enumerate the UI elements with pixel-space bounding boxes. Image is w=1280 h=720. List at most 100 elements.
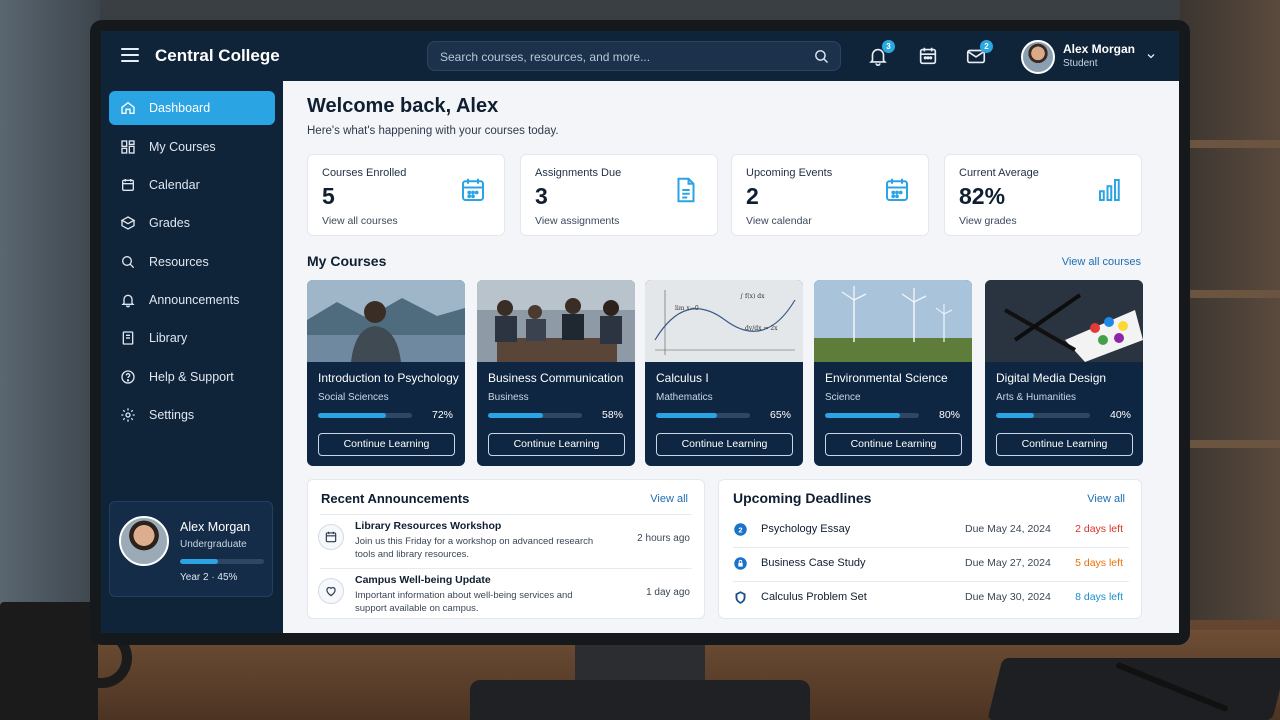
course-progress-pct: 72% bbox=[431, 409, 453, 421]
sidebar-item-my-courses[interactable]: My Courses bbox=[109, 130, 275, 164]
deadline-name: Business Case Study bbox=[761, 557, 866, 569]
course-thumbnail bbox=[477, 280, 635, 362]
continue-learning-button[interactable]: Continue Learning bbox=[825, 433, 962, 456]
profile-name: Alex Morgan bbox=[180, 520, 251, 534]
profile-year: Year 2 · 45% bbox=[180, 572, 238, 583]
bookshelf-backdrop bbox=[1180, 0, 1280, 620]
course-category: Mathematics bbox=[656, 392, 713, 403]
announcement-time: 2 hours ago bbox=[637, 533, 690, 544]
course-progress-fill bbox=[318, 413, 386, 418]
stat-link[interactable]: View grades bbox=[959, 215, 1017, 227]
stat-card-courses[interactable]: Courses Enrolled 5 View all courses bbox=[307, 154, 505, 236]
course-progress-pct: 80% bbox=[938, 409, 960, 421]
course-progress-fill bbox=[996, 413, 1034, 418]
announcement-desc: Important information about well-being s… bbox=[355, 590, 573, 614]
sidebar-item-help-support[interactable]: Help & Support bbox=[109, 360, 275, 394]
menu-icon[interactable] bbox=[121, 48, 139, 62]
heart-icon bbox=[326, 587, 336, 597]
continue-learning-button[interactable]: Continue Learning bbox=[488, 433, 625, 456]
course-card-digital-media[interactable]: Digital Media Design Arts & Humanities 4… bbox=[985, 280, 1143, 466]
sidebar-item-label: Library bbox=[149, 331, 188, 345]
stat-link[interactable]: View calendar bbox=[746, 215, 812, 227]
continue-learning-button[interactable]: Continue Learning bbox=[318, 433, 455, 456]
course-card-business[interactable]: Business Communication Business 58% Cont… bbox=[477, 280, 635, 466]
course-card-environmental[interactable]: Environmental Science Science 80% Contin… bbox=[814, 280, 972, 466]
search-icon[interactable] bbox=[813, 48, 830, 65]
course-card-psychology[interactable]: Introduction to Psychology Social Scienc… bbox=[307, 280, 465, 466]
main-content: Welcome back, Alex Here's what's happeni… bbox=[283, 81, 1179, 633]
page-subtitle: Here's what's happening with your course… bbox=[307, 125, 559, 137]
sidebar-item-label: Settings bbox=[149, 408, 195, 422]
course-category: Social Sciences bbox=[318, 392, 389, 403]
view-all-courses-link[interactable]: View all courses bbox=[1062, 256, 1141, 268]
sidebar-item-resources[interactable]: Resources bbox=[109, 245, 275, 279]
stat-label: Assignments Due bbox=[535, 167, 622, 179]
sidebar: Dashboard My Courses Calendar Grades Res… bbox=[101, 81, 283, 633]
profile-progress-fill bbox=[180, 559, 218, 564]
sidebar-item-label: Grades bbox=[149, 216, 190, 230]
stat-card-average[interactable]: Current Average 82% View grades bbox=[944, 154, 1142, 236]
messages-button[interactable]: 2 bbox=[965, 40, 993, 67]
user-menu[interactable]: Alex Morgan Student bbox=[1021, 40, 1161, 74]
sidebar-item-calendar[interactable]: Calendar bbox=[109, 168, 275, 202]
sidebar-item-announcements[interactable]: Announcements bbox=[109, 283, 275, 317]
divider bbox=[733, 581, 1129, 582]
notifications-button[interactable]: 3 bbox=[867, 40, 895, 67]
svg-text:lim x→0: lim x→0 bbox=[675, 305, 699, 312]
course-title: Introduction to Psychology bbox=[318, 371, 459, 385]
deadlines-view-all-link[interactable]: View all bbox=[1087, 493, 1125, 505]
deadline-remaining: 2 days left bbox=[1075, 523, 1123, 535]
calendar-button[interactable] bbox=[917, 45, 939, 67]
course-progress-fill bbox=[656, 413, 718, 418]
deadline-due: Due May 24, 2024 bbox=[965, 523, 1051, 535]
sidebar-item-settings[interactable]: Settings bbox=[109, 398, 275, 432]
continue-learning-button[interactable]: Continue Learning bbox=[996, 433, 1133, 456]
continue-learning-button[interactable]: Continue Learning bbox=[656, 433, 793, 456]
deadline-remaining: 5 days left bbox=[1075, 557, 1123, 569]
coffee-mug bbox=[0, 602, 98, 720]
bell-icon bbox=[121, 294, 135, 308]
announcements-view-all-link[interactable]: View all bbox=[650, 493, 688, 505]
search-box bbox=[427, 41, 841, 71]
announcement-item[interactable]: Library Resources Workshop Join us this … bbox=[318, 520, 700, 570]
deadline-item[interactable]: Business Case Study Due May 27, 2024 5 d… bbox=[733, 550, 1129, 578]
sidebar-item-dashboard[interactable]: Dashboard bbox=[109, 91, 275, 125]
deadline-item[interactable]: Calculus Problem Set Due May 30, 2024 8 … bbox=[733, 584, 1129, 612]
profile-level: Undergraduate bbox=[180, 539, 247, 550]
my-courses-title: My Courses bbox=[307, 253, 387, 269]
announcement-icon-wrap bbox=[318, 578, 344, 604]
course-progress-fill bbox=[488, 413, 543, 418]
svg-text:dy/dx = 2x: dy/dx = 2x bbox=[745, 325, 778, 332]
search-icon bbox=[122, 256, 135, 269]
stat-card-events[interactable]: Upcoming Events 2 View calendar bbox=[731, 154, 929, 236]
announcement-item[interactable]: Campus Well-being Update Important infor… bbox=[318, 574, 700, 624]
stat-link[interactable]: View assignments bbox=[535, 215, 619, 227]
shield-icon bbox=[735, 591, 746, 604]
sidebar-item-grades[interactable]: Grades bbox=[109, 206, 275, 240]
announcement-title: Library Resources Workshop bbox=[355, 520, 502, 532]
course-thumbnail bbox=[985, 280, 1143, 362]
stat-label: Courses Enrolled bbox=[322, 167, 407, 179]
top-bar: Central College 3 2 Alex Morgan Student bbox=[101, 31, 1179, 81]
stat-value: 82% bbox=[959, 183, 1006, 209]
gear-icon bbox=[121, 408, 135, 422]
stat-card-assignments[interactable]: Assignments Due 3 View assignments bbox=[520, 154, 718, 236]
announcement-title: Campus Well-being Update bbox=[355, 574, 491, 586]
user-role: Student bbox=[1063, 58, 1098, 69]
svg-text:∫ f(x) dx: ∫ f(x) dx bbox=[740, 293, 765, 300]
announcement-desc: Join us this Friday for a workshop on ad… bbox=[355, 536, 594, 560]
profile-card[interactable]: Alex Morgan Undergraduate Year 2 · 45% bbox=[109, 501, 273, 597]
course-title: Calculus I bbox=[656, 371, 709, 385]
sidebar-item-label: Resources bbox=[149, 255, 209, 269]
search-input[interactable] bbox=[440, 48, 800, 66]
sidebar-item-label: My Courses bbox=[149, 140, 216, 154]
sidebar-item-library[interactable]: Library bbox=[109, 321, 275, 355]
messages-badge: 2 bbox=[980, 40, 993, 53]
priority-icon: 2 bbox=[734, 523, 747, 536]
notifications-badge: 3 bbox=[882, 40, 895, 53]
course-card-calculus[interactable]: ∫ f(x) dx dy/dx = 2x lim x→0 Calculus I Ma… bbox=[645, 280, 803, 466]
profile-progress-bar bbox=[180, 559, 264, 564]
course-progress-pct: 40% bbox=[1109, 409, 1131, 421]
deadline-item[interactable]: 2 Psychology Essay Due May 24, 2024 2 da… bbox=[733, 516, 1129, 544]
stat-link[interactable]: View all courses bbox=[322, 215, 398, 227]
